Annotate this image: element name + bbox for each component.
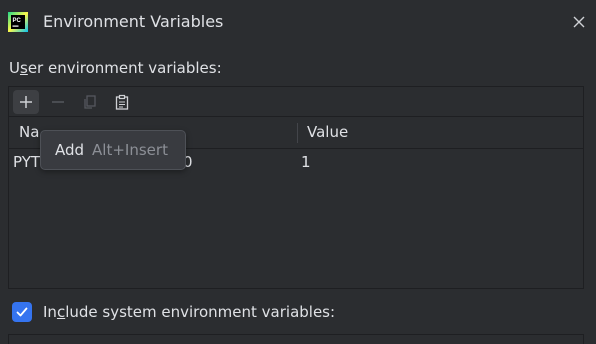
row-value-cell[interactable]: 1 <box>301 153 311 171</box>
svg-text:PC: PC <box>13 18 22 24</box>
include-system-label[interactable]: Include system environment variables: <box>43 301 335 323</box>
plus-icon <box>20 96 32 108</box>
column-header-name[interactable]: Na <box>19 123 39 141</box>
column-divider[interactable] <box>297 123 298 143</box>
tooltip-shortcut: Alt+Insert <box>92 141 168 159</box>
copy-button[interactable] <box>77 90 103 114</box>
pycharm-icon: PC <box>8 12 28 32</box>
copy-icon <box>84 95 96 109</box>
minus-icon <box>52 101 64 103</box>
include-system-checkbox[interactable] <box>12 302 32 322</box>
window-title: Environment Variables <box>43 12 224 31</box>
user-variables-label: User environment variables: <box>9 59 222 77</box>
row-name-cell[interactable]: PYT <box>13 153 40 171</box>
remove-button[interactable] <box>45 90 71 114</box>
close-icon[interactable] <box>571 14 587 30</box>
paste-icon <box>115 94 129 110</box>
user-variables-panel: Na Value PYT 0 1 <box>8 86 584 289</box>
column-header-value[interactable]: Value <box>307 123 348 141</box>
add-tooltip: Add Alt+Insert <box>40 130 186 170</box>
system-variables-panel <box>8 334 584 344</box>
checkmark-icon <box>16 307 28 317</box>
title-bar: PC Environment Variables <box>0 0 596 44</box>
paste-button[interactable] <box>109 90 135 114</box>
tooltip-label: Add <box>55 141 85 159</box>
table-toolbar <box>9 87 583 117</box>
add-button[interactable] <box>13 90 39 114</box>
